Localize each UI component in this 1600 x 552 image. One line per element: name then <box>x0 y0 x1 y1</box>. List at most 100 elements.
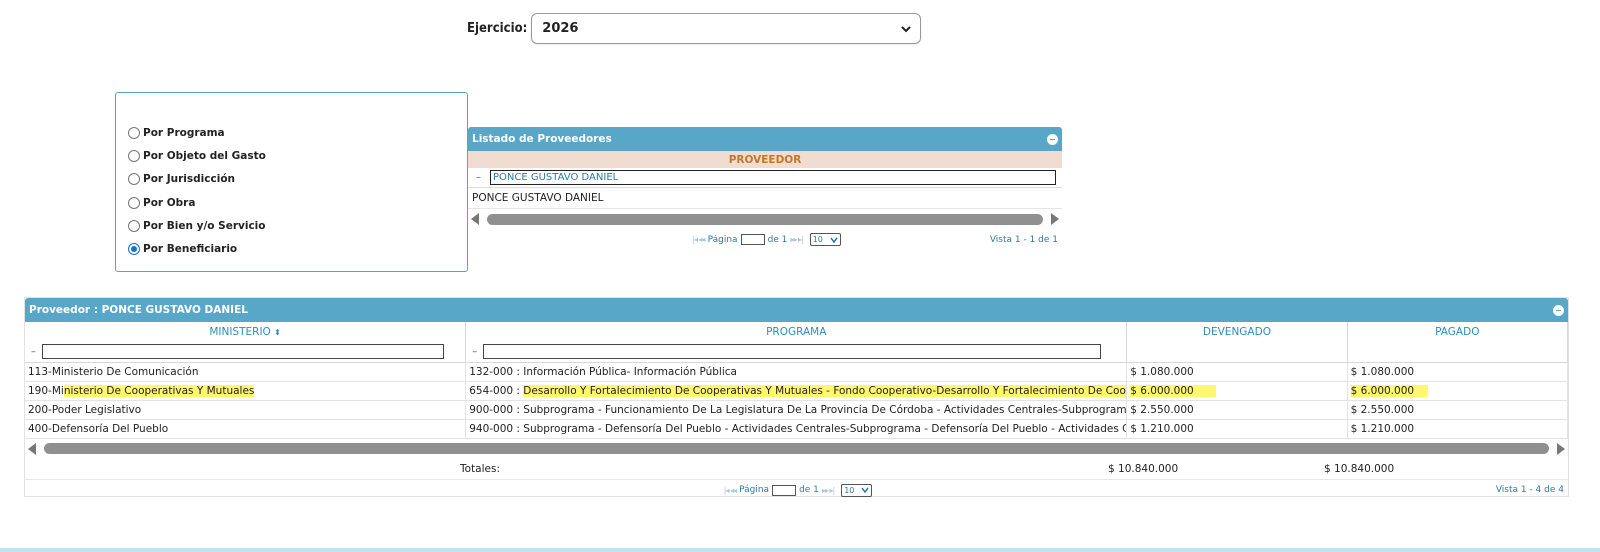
filter-operator[interactable]: – <box>472 347 477 358</box>
scroll-left-icon[interactable] <box>471 213 479 225</box>
programa-cell: 132-000 : Información Pública- Informaci… <box>465 362 1128 382</box>
horizontal-scrollbar[interactable] <box>25 439 1568 459</box>
pagado-cell: $ 1.210.000 <box>1347 419 1569 439</box>
ministerio-cell: 400-Defensoría Del Pueblo <box>25 419 467 439</box>
first-page-icon[interactable]: |◂ ◂◂ <box>692 235 705 244</box>
programa-filter-cell: – <box>465 342 1128 363</box>
records-summary: Vista 1 - 1 de 1 <box>989 234 1058 245</box>
proveedor-detail-grid: Proveedor : PONCE GUSTAVO DANIEL MINISTE… <box>24 297 1569 497</box>
chevron-down-icon <box>861 487 869 493</box>
page-size-select[interactable]: 10 <box>809 233 841 246</box>
table-row[interactable]: PONCE GUSTAVO DANIEL <box>468 188 1062 209</box>
column-header-devengado[interactable]: DEVENGADO <box>1126 322 1348 342</box>
ministerio-cell: 113-Ministerio De Comunicación <box>25 362 467 382</box>
sort-icon: ⬍ <box>274 328 281 337</box>
detail-table: MINISTERIO ⬍ PROGRAMA DEVENGADO PAGADO –… <box>25 322 1569 439</box>
first-page-icon[interactable]: |◂ ◂◂ <box>724 486 737 495</box>
programa-cell: 654-000 : Desarrollo Y Fortalecimiento D… <box>465 381 1128 401</box>
page-label: Página <box>739 485 770 495</box>
filter-option-obra[interactable]: Por Obra <box>128 191 467 214</box>
chevron-down-icon <box>830 237 838 243</box>
page-bottom-border <box>0 548 1600 552</box>
devengado-cell: $ 1.210.000 <box>1126 419 1348 439</box>
scroll-right-icon[interactable] <box>1557 442 1565 455</box>
radio-button[interactable] <box>128 149 140 162</box>
page-label: Página <box>707 234 738 245</box>
page-of-label: de 1 <box>799 485 819 495</box>
table-row[interactable]: 200-Poder Legislativo 900-000 : Subprogr… <box>25 400 1569 420</box>
proveedores-grid-title: Listado de Proveedores <box>472 133 612 145</box>
scroll-left-icon[interactable] <box>28 442 36 455</box>
filter-option-programa[interactable]: Por Programa <box>128 121 467 144</box>
filter-option-beneficiario[interactable]: Por Beneficiario <box>128 237 467 260</box>
highlighted-text: $ 6.000.000 <box>1130 384 1216 397</box>
filter-operator[interactable]: – <box>476 172 490 183</box>
filter-option-label: Por Programa <box>143 126 225 139</box>
totals-pagado: $ 10.840.000 <box>1324 462 1395 475</box>
ministerio-filter-input[interactable] <box>42 344 444 360</box>
page-number-input[interactable] <box>772 484 797 496</box>
filter-option-jurisdiccion[interactable]: Por Jurisdicción <box>128 168 467 191</box>
programa-filter-input[interactable] <box>483 344 1102 360</box>
page-size-select[interactable]: 10 <box>841 483 873 497</box>
scrollbar-thumb[interactable] <box>44 443 1549 454</box>
chevron-down-icon <box>901 25 912 32</box>
highlighted-text: Desarrollo Y Fortalecimiento De Cooperat… <box>523 384 1126 397</box>
filter-option-bien-servicio[interactable]: Por Bien y/o Servicio <box>128 214 467 237</box>
column-header-ministerio[interactable]: MINISTERIO ⬍ <box>25 322 467 342</box>
ejercicio-value: 2026 <box>542 21 579 36</box>
column-header-label: MINISTERIO <box>209 326 271 338</box>
last-page-icon[interactable]: ▸▸ ▸| <box>790 235 803 244</box>
proveedores-grid-caption: Listado de Proveedores <box>468 127 1062 151</box>
ministerio-prefix: 190-Mi <box>28 384 64 397</box>
ejercicio-select[interactable]: 2026 <box>531 13 922 44</box>
ministerio-cell: 200-Poder Legislativo <box>25 400 467 420</box>
radio-button[interactable] <box>128 126 140 139</box>
table-row-highlighted[interactable]: 190-Ministerio De Cooperativas Y Mutuale… <box>25 381 1569 401</box>
proveedor-column-header[interactable]: PROVEEDOR <box>468 151 1062 168</box>
filter-operator[interactable]: – <box>31 347 36 358</box>
page-number-input[interactable] <box>740 234 765 245</box>
highlighted-text: nisterio De Cooperativas Y Mutuales <box>63 384 255 397</box>
filter-row: – – <box>25 342 1569 363</box>
radio-button[interactable] <box>128 173 140 186</box>
scrollbar-thumb[interactable] <box>487 213 1043 225</box>
programa-cell: 940-000 : Subprograma - Defensoría Del P… <box>465 419 1128 439</box>
table-row[interactable]: 400-Defensoría Del Pueblo 940-000 : Subp… <box>25 419 1569 439</box>
totals-row: Totales: $ 10.840.000 $ 10.840.000 <box>25 459 1568 479</box>
pagado-cell: $ 1.080.000 <box>1347 362 1569 382</box>
horizontal-scrollbar[interactable] <box>468 209 1062 229</box>
proveedores-grid: Listado de Proveedores PROVEEDOR – PONCE… <box>468 127 1062 252</box>
table-row[interactable]: 113-Ministerio De Comunicación 132-000 :… <box>25 362 1569 382</box>
programa-prefix: 654-000 : <box>469 384 524 397</box>
last-page-icon[interactable]: ▸▸ ▸| <box>822 486 835 495</box>
highlighted-text: $ 6.000.000 <box>1350 384 1429 397</box>
pagado-cell: $ 2.550.000 <box>1347 400 1569 420</box>
ministerio-cell: 190-Ministerio De Cooperativas Y Mutuale… <box>25 381 467 401</box>
radio-button[interactable] <box>128 196 140 209</box>
collapse-icon[interactable] <box>1047 133 1058 145</box>
column-header-pagado[interactable]: PAGADO <box>1347 322 1569 342</box>
totals-devengado: $ 10.840.000 <box>1108 462 1179 475</box>
detail-grid-title: Proveedor : PONCE GUSTAVO DANIEL <box>29 304 248 316</box>
filter-options-panel: Por Programa Por Objeto del Gasto Por Ju… <box>115 92 468 272</box>
filter-option-label: Por Objeto del Gasto <box>143 149 266 162</box>
filter-option-label: Por Bien y/o Servicio <box>143 219 266 232</box>
devengado-cell: $ 6.000.000 <box>1126 381 1348 401</box>
proveedor-filter-row: – PONCE GUSTAVO DANIEL <box>468 168 1062 188</box>
programa-cell: 900-000 : Subprograma - Funcionamiento D… <box>465 400 1128 420</box>
page-size-value: 10 <box>812 235 823 244</box>
records-summary: Vista 1 - 4 de 4 <box>1495 485 1564 495</box>
collapse-icon[interactable] <box>1553 304 1564 316</box>
radio-button[interactable] <box>128 219 140 232</box>
scroll-right-icon[interactable] <box>1051 213 1059 225</box>
page-size-value: 10 <box>844 485 855 495</box>
radio-button-selected[interactable] <box>128 243 140 256</box>
proveedor-filter-input[interactable]: PONCE GUSTAVO DANIEL <box>490 170 1056 185</box>
ministerio-filter-cell: – <box>25 342 467 363</box>
filter-option-objeto-gasto[interactable]: Por Objeto del Gasto <box>128 144 467 167</box>
ejercicio-label: Ejercicio: <box>467 21 528 36</box>
filter-option-label: Por Jurisdicción <box>143 173 236 186</box>
column-header-programa[interactable]: PROGRAMA <box>465 322 1128 342</box>
pagado-cell: $ 6.000.000 <box>1347 381 1569 401</box>
